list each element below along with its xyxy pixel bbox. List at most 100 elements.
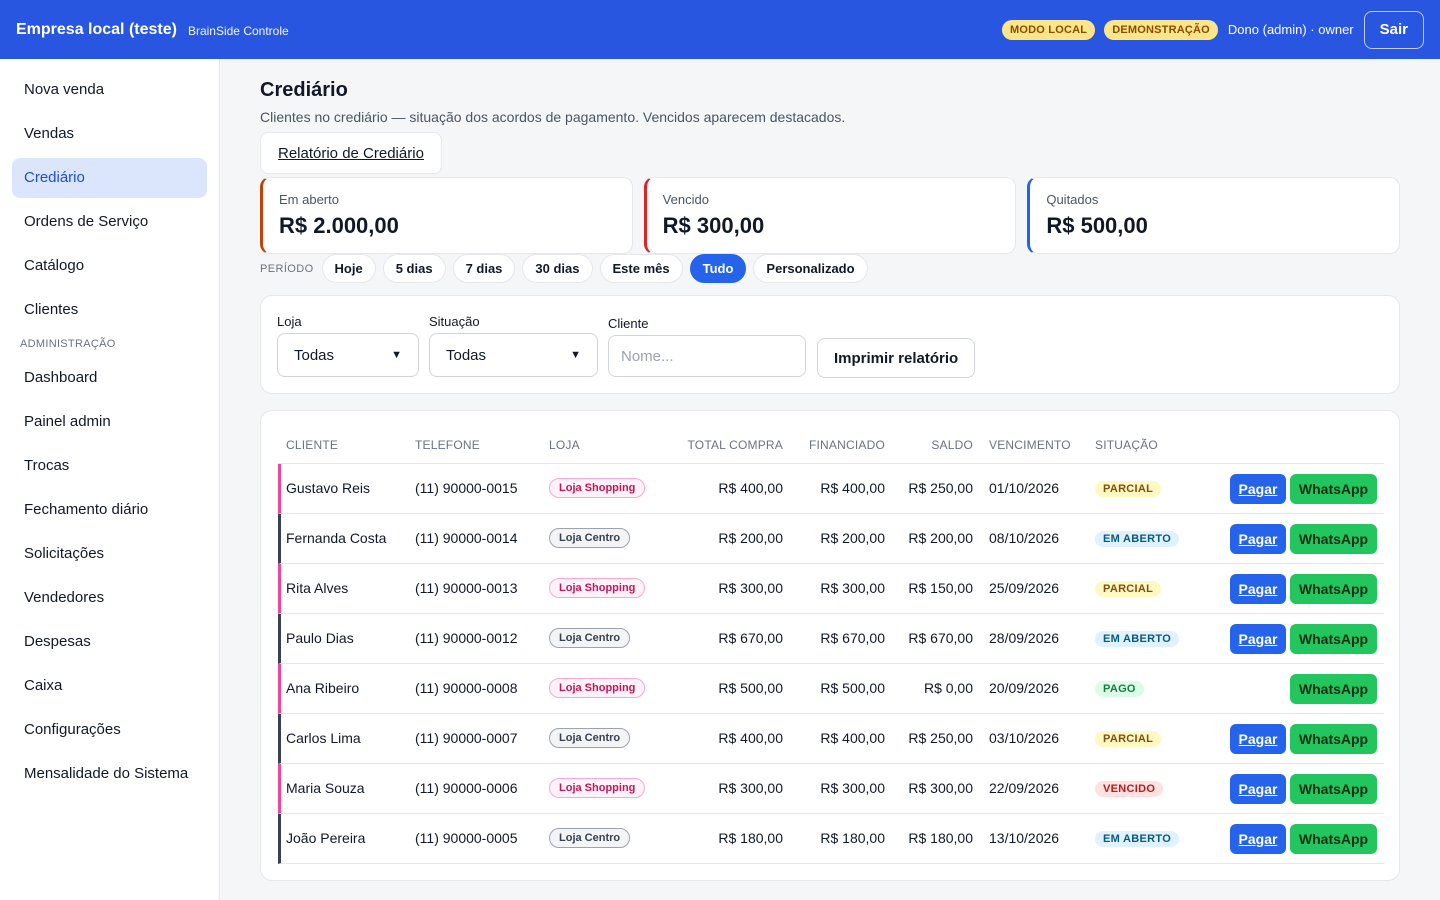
sidebar-item-nova-venda[interactable]: Nova venda bbox=[12, 70, 207, 110]
whatsapp-button[interactable]: WhatsApp bbox=[1290, 774, 1377, 804]
whatsapp-button[interactable]: WhatsApp bbox=[1290, 824, 1377, 854]
sidebar-item-vendas[interactable]: Vendas bbox=[12, 114, 207, 154]
cell-phone: (11) 90000-0012 bbox=[415, 630, 518, 646]
whatsapp-button[interactable]: WhatsApp bbox=[1290, 524, 1377, 554]
cell-due-date: 03/10/2026 bbox=[989, 730, 1060, 746]
sidebar-item-clientes[interactable]: Clientes bbox=[12, 290, 207, 330]
period-chip-tudo[interactable]: Tudo bbox=[689, 254, 747, 283]
table-row: Maria Souza (11) 90000-0006 Loja Shoppin… bbox=[278, 764, 1384, 814]
page-subtitle: Clientes no crediário — situação dos aco… bbox=[260, 109, 846, 125]
period-chip-30-dias[interactable]: 30 dias bbox=[522, 254, 593, 283]
whatsapp-button[interactable]: WhatsApp bbox=[1290, 674, 1377, 704]
print-report-button[interactable]: Imprimir relatório bbox=[817, 338, 976, 378]
cell-phone: (11) 90000-0006 bbox=[415, 780, 518, 796]
cell-total: R$ 200,00 bbox=[718, 530, 783, 546]
pay-button[interactable]: Pagar bbox=[1230, 624, 1286, 654]
status-badge: PARCIAL bbox=[1095, 581, 1162, 597]
sidebar-item-ordens-de-servico[interactable]: Ordens de Serviço bbox=[12, 202, 207, 242]
period-chip-hoje[interactable]: Hoje bbox=[321, 254, 376, 283]
credit-report-button[interactable]: Relatório de Crediário bbox=[260, 132, 442, 174]
status-badge: VENCIDO bbox=[1095, 781, 1164, 797]
cell-financed: R$ 400,00 bbox=[820, 480, 885, 496]
sidebar-item-despesas[interactable]: Despesas bbox=[12, 622, 207, 662]
col-vencimento: VENCIMENTO bbox=[989, 438, 1071, 452]
cell-balance: R$ 0,00 bbox=[923, 680, 973, 696]
top-bar: Empresa local (teste) BrainSide Controle… bbox=[0, 0, 1440, 59]
sidebar-item-crediario[interactable]: Crediário bbox=[12, 158, 207, 198]
sidebar-item-caixa[interactable]: Caixa bbox=[12, 666, 207, 706]
cell-total: R$ 300,00 bbox=[718, 580, 783, 596]
table-row: Paulo Dias (11) 90000-0012 Loja Centro R… bbox=[278, 614, 1384, 664]
sidebar-item-catalogo[interactable]: Catálogo bbox=[12, 246, 207, 286]
sidebar-section-admin: ADMINISTRAÇÃO bbox=[20, 338, 116, 350]
cell-due-date: 22/09/2026 bbox=[989, 780, 1060, 796]
store-badge: Loja Shopping bbox=[549, 578, 646, 598]
store-badge: Loja Shopping bbox=[549, 478, 646, 498]
cell-total: R$ 300,00 bbox=[718, 780, 783, 796]
period-chip-este-mes[interactable]: Este mês bbox=[599, 254, 683, 283]
status-select[interactable]: Todas ▼ bbox=[429, 333, 598, 377]
status-badge: EM ABERTO bbox=[1095, 531, 1180, 547]
cell-client: Fernanda Costa bbox=[286, 530, 387, 546]
status-badge: PARCIAL bbox=[1095, 481, 1162, 497]
cell-due-date: 25/09/2026 bbox=[989, 580, 1060, 596]
summary-card-value: R$ 300,00 bbox=[662, 213, 765, 238]
period-chip-personalizado[interactable]: Personalizado bbox=[753, 254, 868, 283]
period-chip-5-dias[interactable]: 5 dias bbox=[382, 254, 446, 283]
logout-button[interactable]: Sair bbox=[1363, 10, 1424, 49]
table-row: Gustavo Reis (11) 90000-0015 Loja Shoppi… bbox=[278, 464, 1384, 514]
cell-financed: R$ 300,00 bbox=[820, 580, 885, 596]
cell-phone: (11) 90000-0005 bbox=[415, 830, 518, 846]
client-filter-label: Cliente bbox=[608, 316, 649, 331]
sidebar-item-dashboard[interactable]: Dashboard bbox=[12, 358, 207, 398]
pay-button[interactable]: Pagar bbox=[1230, 824, 1286, 854]
whatsapp-button[interactable]: WhatsApp bbox=[1290, 724, 1377, 754]
cell-client: Carlos Lima bbox=[286, 730, 361, 746]
sidebar-item-painel-admin[interactable]: Painel admin bbox=[12, 402, 207, 442]
cell-client: Maria Souza bbox=[286, 780, 365, 796]
pay-button[interactable]: Pagar bbox=[1230, 774, 1286, 804]
period-chip-7-dias[interactable]: 7 dias bbox=[452, 254, 516, 283]
table-row: Carlos Lima (11) 90000-0007 Loja Centro … bbox=[278, 714, 1384, 764]
whatsapp-button[interactable]: WhatsApp bbox=[1290, 474, 1377, 504]
pay-button[interactable]: Pagar bbox=[1230, 574, 1286, 604]
pay-button[interactable]: Pagar bbox=[1230, 474, 1286, 504]
period-label: PERÍODO bbox=[260, 262, 314, 275]
sidebar-item-mensalidade[interactable]: Mensalidade do Sistema bbox=[12, 754, 207, 794]
status-filter-label: Situação bbox=[429, 314, 480, 329]
sidebar-item-configuracoes[interactable]: Configurações bbox=[12, 710, 207, 750]
cell-phone: (11) 90000-0014 bbox=[415, 530, 518, 546]
cell-due-date: 28/09/2026 bbox=[989, 630, 1060, 646]
cell-financed: R$ 300,00 bbox=[820, 780, 885, 796]
pay-button[interactable]: Pagar bbox=[1230, 524, 1286, 554]
page-title: Crediário bbox=[260, 79, 348, 101]
summary-card-value: R$ 2.000,00 bbox=[279, 213, 399, 238]
demo-badge: DEMONSTRAÇÃO bbox=[1104, 19, 1218, 40]
whatsapp-button[interactable]: WhatsApp bbox=[1290, 574, 1377, 604]
cell-client: Rita Alves bbox=[286, 580, 349, 596]
summary-cards: Em aberto R$ 2.000,00 Vencido R$ 300,00 … bbox=[260, 177, 1401, 254]
sidebar-item-trocas[interactable]: Trocas bbox=[12, 446, 207, 486]
cell-client: Gustavo Reis bbox=[286, 480, 371, 496]
sidebar-item-fechamento-diario[interactable]: Fechamento diário bbox=[12, 490, 207, 530]
store-badge: Loja Centro bbox=[549, 528, 631, 548]
client-search-input[interactable]: Nome... bbox=[608, 335, 806, 377]
sidebar-item-vendedores[interactable]: Vendedores bbox=[12, 578, 207, 618]
whatsapp-button[interactable]: WhatsApp bbox=[1290, 624, 1377, 654]
col-total-compra: TOTAL COMPRA bbox=[687, 438, 783, 452]
period-filter: PERÍODO Hoje 5 dias 7 dias 30 dias Este … bbox=[260, 254, 875, 283]
cell-total: R$ 400,00 bbox=[718, 480, 783, 496]
cell-balance: R$ 250,00 bbox=[908, 480, 973, 496]
table-row: João Pereira (11) 90000-0005 Loja Centro… bbox=[278, 814, 1384, 864]
chevron-down-icon: ▼ bbox=[570, 349, 581, 361]
chevron-down-icon: ▼ bbox=[391, 349, 402, 361]
filters-panel: Loja Todas ▼ Situação Todas ▼ Cliente No… bbox=[260, 295, 1400, 394]
app-subtitle: BrainSide Controle bbox=[187, 23, 289, 38]
cell-phone: (11) 90000-0008 bbox=[415, 680, 518, 696]
sidebar-item-solicitacoes[interactable]: Solicitações bbox=[12, 534, 207, 574]
store-badge: Loja Shopping bbox=[549, 678, 646, 698]
store-select[interactable]: Todas ▼ bbox=[277, 333, 419, 377]
table-header: CLIENTE TELEFONE LOJA TOTAL COMPRA FINAN… bbox=[278, 438, 1384, 464]
pay-button[interactable]: Pagar bbox=[1230, 724, 1286, 754]
status-badge: PAGO bbox=[1095, 681, 1144, 697]
